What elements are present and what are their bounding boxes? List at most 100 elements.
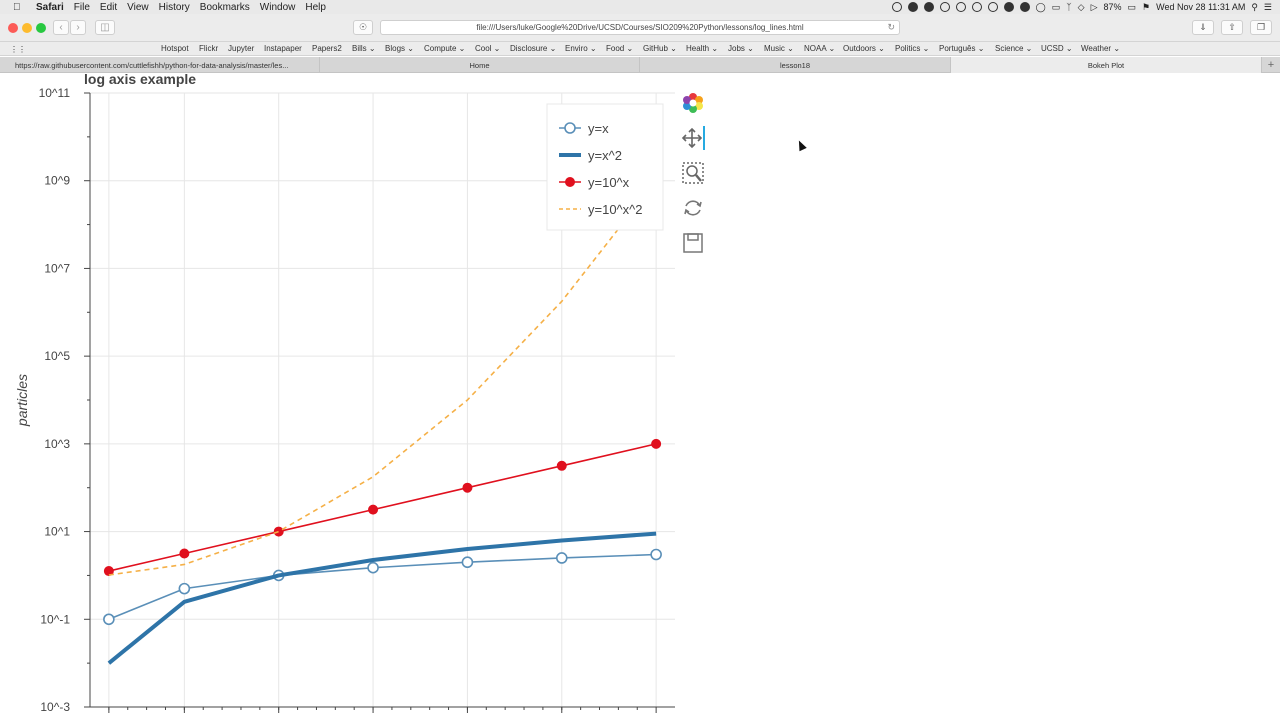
bookmark-flickr[interactable]: Flickr [199,44,218,53]
time-machine-icon[interactable] [987,2,998,12]
bookmark-science[interactable]: Science ⌄ [995,44,1032,53]
airplay-icon[interactable]: ▭ [1052,2,1061,13]
tab-label: lesson18 [779,60,811,70]
series-y-10-x-2 [108,180,657,576]
tab-raw-github[interactable]: https://raw.githubusercontent.com/cuttle… [0,57,320,73]
clock[interactable]: Wed Nov 28 11:31 AM [1156,2,1245,12]
bookmark-politics[interactable]: Politics ⌄ [895,44,929,53]
close-window-button[interactable] [8,23,18,33]
menu-app[interactable]: Safari [36,2,64,13]
reload-icon[interactable]: ↻ [887,22,895,33]
mouse-cursor [795,138,807,152]
app-status-icon[interactable] [923,2,934,12]
bluetooth-icon[interactable]: ᛉ [1066,2,1071,12]
y-tick-label: 10^7 [44,261,70,275]
bookmark-hotspot[interactable]: Hotspot [161,44,189,53]
y-tick-label: 10^-1 [40,612,70,626]
bookmark-instapaper[interactable]: Instapaper [264,44,302,53]
bookmark-jupyter[interactable]: Jupyter [228,44,254,53]
wifi-icon[interactable]: ◇ [1078,2,1085,13]
tab-bar: https://raw.githubusercontent.com/cuttle… [0,57,1280,73]
bookmark-blogs[interactable]: Blogs ⌄ [385,44,414,53]
dropbox-icon[interactable] [1019,2,1030,12]
bookmark-disclosure[interactable]: Disclosure ⌄ [510,44,556,53]
bookmark-ucsd[interactable]: UCSD ⌄ [1041,44,1073,53]
share-button[interactable]: ⇧ [1221,20,1243,35]
sidebar-toggle-button[interactable]: ◫ [95,20,115,35]
tab-lesson18[interactable]: lesson18 [640,57,951,73]
bokeh-logo-icon[interactable] [681,91,705,115]
bookmark-music[interactable]: Music ⌄ [764,44,794,53]
menu-bookmarks[interactable]: Bookmarks [200,2,250,13]
bokeh-plot[interactable]: 10^-3 10^-1 10^1 10^3 10^5 10^7 10^9 10^11 log … [0,74,680,720]
new-tab-button[interactable]: + [1262,57,1280,73]
y-tick-label: 10^3 [44,437,70,451]
notification-center-icon[interactable]: ☰ [1264,2,1272,13]
menu-help[interactable]: Help [305,2,326,13]
bookmark-weather[interactable]: Weather ⌄ [1081,44,1120,53]
tab-bokeh-plot[interactable]: Bokeh Plot [951,57,1262,73]
page-content: 10^-3 10^-1 10^1 10^3 10^5 10^7 10^9 10^11 log … [0,74,1280,720]
bookmark-health[interactable]: Health ⌄ [686,44,718,53]
save-icon[interactable] [681,231,705,255]
apple-icon[interactable]:  [13,2,27,13]
bookmark-bills[interactable]: Bills ⌄ [352,44,376,53]
data-point [462,482,473,493]
back-button[interactable]: ‹ [53,20,69,35]
menu-file[interactable]: File [74,2,90,13]
skype-icon[interactable] [907,2,918,12]
bookmark-jobs[interactable]: Jobs ⌄ [728,44,754,53]
flag-icon[interactable]: ⚑ [1142,2,1150,13]
downloads-button[interactable]: ⇓ [1192,20,1214,35]
glasses-icon[interactable]: ◯ [1036,2,1046,13]
y-tick-label: 10^-3 [40,700,70,714]
tab-label: https://raw.githubusercontent.com/cuttle… [15,60,289,70]
show-tabs-button[interactable]: ❐ [1250,20,1272,35]
spotlight-icon[interactable]: ⚲ [1251,2,1258,13]
series-y-10-x [103,438,662,577]
box-zoom-icon[interactable] [681,161,705,185]
privacy-icon[interactable]: ☉ [353,20,373,35]
menu-view[interactable]: View [127,2,149,13]
data-point [650,548,662,561]
menubar:  Safari File Edit View History Bookmark… [0,0,1280,14]
bookmark-github[interactable]: GitHub ⌄ [643,44,677,53]
sync-icon[interactable] [971,2,982,12]
legend-label: y=x^2 [588,148,622,163]
data-point [556,460,567,471]
data-point [555,552,568,564]
reset-icon[interactable] [681,196,705,220]
top-sites-icon[interactable]: ⋮⋮ [10,45,26,54]
battery-icon[interactable]: ▭ [1128,2,1137,13]
menu-window[interactable]: Window [260,2,296,13]
legend-marker [565,177,575,187]
bookmark-portugues[interactable]: Português ⌄ [939,44,984,53]
data-point [651,438,662,449]
menu-edit[interactable]: Edit [100,2,117,13]
bookmark-noaa[interactable]: NOAA ⌄ [804,44,835,53]
cloud-icon[interactable] [1003,2,1014,12]
plot-series [103,180,662,665]
creative-cloud-icon[interactable] [955,2,966,12]
bookmark-enviro[interactable]: Enviro ⌄ [565,44,597,53]
y-axis-label: particles [14,374,30,427]
forward-button[interactable]: › [70,20,86,35]
fullscreen-window-button[interactable] [36,23,46,33]
tab-home[interactable]: Home [320,57,640,73]
lock-status-icon[interactable] [939,2,950,12]
minimize-window-button[interactable] [22,23,32,33]
battery-percent[interactable]: 87% [1104,2,1122,12]
volume-icon[interactable]: ▷ [1091,2,1098,13]
pan-icon[interactable] [681,126,705,150]
record-icon[interactable] [891,2,902,12]
bookmark-outdoors[interactable]: Outdoors ⌄ [843,44,885,53]
bookmark-food[interactable]: Food ⌄ [606,44,633,53]
bookmarks-bar: ⋮⋮ Hotspot Flickr Jupyter Instapaper Pap… [0,42,1280,56]
bookmark-papers2[interactable]: Papers2 [312,44,342,53]
data-point [178,582,191,595]
address-bar[interactable]: file:///Users/luke/Google%20Drive/UCSD/C… [380,20,900,35]
bookmark-cool[interactable]: Cool ⌄ [475,44,500,53]
browser-toolbar: ‹ › ◫ ☉ file:///Users/luke/Google%20Driv… [0,14,1280,42]
menu-history[interactable]: History [159,2,190,13]
bookmark-compute[interactable]: Compute ⌄ [424,44,465,53]
